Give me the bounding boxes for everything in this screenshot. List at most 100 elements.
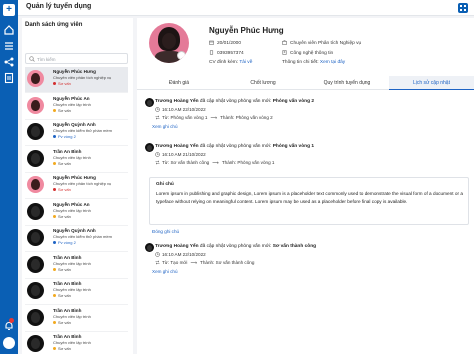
tab-salary[interactable]: Chốt lương [221,76,305,90]
from-value: Tạo mới [170,260,188,265]
candidate-role: Chuyên viên phân tích nghiệp vụ [53,181,112,186]
position-info: Chuyên viên Phân tích Nghiệp vụ [282,40,361,46]
clock-icon [155,107,160,113]
tab-update-history[interactable]: Lịch sử cập nhật [389,76,474,90]
candidate-item[interactable]: Nguyễn Phúc Hưng Chuyên viên phân tích ng… [25,67,128,93]
app-title: Quản lý tuyển dụng [26,3,92,10]
status-label: Sơ vấn [58,213,71,219]
candidate-role: Chuyên viên kiểm thử phần mềm [53,128,112,133]
candidate-item[interactable]: Nguyễn Quỳnh Anh Chuyên viên kiểm thử phầ… [25,120,128,146]
to-label: Thành: [200,260,215,265]
history-action: đã cập nhật vòng phỏng vấn mới: [199,144,272,149]
search-input[interactable] [37,55,125,63]
phone-info: 0393957374 [209,50,244,56]
status-label: Sơ vấn [58,319,71,325]
document-icon[interactable] [3,72,15,84]
note-title: Ghi chú [156,182,174,187]
contact-detail-link[interactable]: Xem tại đây [320,60,345,65]
status-dot-icon [53,267,56,271]
history-entry: Trương Hoàng Yến đã cập nhật vòng phỏng … [145,143,470,173]
tab-recruitment-process[interactable]: Quy trình tuyển dụng [305,76,389,90]
contact-label: Thông tin chi tiết: [282,60,319,65]
candidate-item[interactable]: Trần An Bình Chuyên viên lập trình Sơ vấn [25,253,128,279]
add-icon[interactable]: + [3,4,15,16]
candidate-item[interactable]: Nguyễn Phúc An Chuyên viên lập trình Sơ vấ… [25,200,128,226]
candidate-name: Nguyễn Phúc Hưng [209,26,284,35]
clock-icon [155,252,160,258]
building-icon [282,50,287,55]
actor-name: Trương Hoàng Yến [155,244,199,249]
view-note-link[interactable]: Xem ghi chú [152,269,178,274]
cv-download-link[interactable]: Tải về [239,60,252,65]
actor-name: Trương Hoàng Yến [155,99,199,104]
candidate-avatar [27,335,44,352]
status-dot-icon [53,135,56,139]
candidate-role: Chuyên viên lập trình [53,313,91,319]
dob-info: 20/01/2000 [209,40,241,46]
to-value: Sơ vấn thành công [215,260,255,265]
candidate-item[interactable]: Trần An Bình Chuyên viên lập trình Sơ vấn [25,147,128,173]
home-icon[interactable] [3,24,15,36]
status-label: Sơ vấn [58,266,71,272]
from-label: Từ: [162,260,170,265]
calendar-icon [209,40,214,45]
candidate-item[interactable]: Nguyễn Phúc Hưng Chuyên viên phân tích ng… [25,173,128,199]
to-label: Thành: [220,115,235,120]
candidate-name: Nguyễn Phúc Hưng [53,69,96,74]
from-label: Từ: [162,160,170,165]
share-icon[interactable] [3,56,15,68]
candidate-role: Chuyên viên lập trình [53,101,91,107]
history-action: đã cập nhật vòng phỏng vấn mới: [199,99,272,104]
user-avatar[interactable] [3,337,15,349]
candidate-item[interactable]: Nguyễn Phúc An Chuyên viên lập trình Sơ vấ… [25,94,128,120]
apps-grid-icon[interactable] [458,3,468,13]
status-label: Sơ vấn [58,187,71,192]
transfer-icon [155,160,160,165]
actor-avatar [145,243,154,252]
history-time: 16:10 AM 22/10/2022 [155,252,206,258]
camera-icon[interactable] [177,51,186,60]
candidate-name: Nguyễn Phúc Hưng [53,175,96,180]
status-dot-icon [53,294,56,298]
dob-value: 20/01/2000 [217,40,242,46]
detail-tabs: Đánh giá Chốt lương Quy trình tuyển dụng… [137,76,474,90]
cv-info: CV đính kèm: Tải về [209,60,252,65]
candidate-list-panel: Danh sách ứng viên Nguyễn Phúc HưngChuyê… [22,18,133,354]
view-note-link[interactable]: Xem ghi chú [152,124,178,129]
history-time: 16:10 AM 22/10/2022 [155,107,206,113]
candidate-role: Chuyên viên lập trình [53,207,91,213]
status-label: Pv vòng 2 [58,240,76,245]
status-label: Pv vòng 2 [58,134,76,139]
candidate-name: Trần An Bình [53,334,82,339]
candidate-avatar [27,70,44,87]
status-dot-icon [53,108,56,112]
history-time-value: 16:10 AM 21/10/2022 [162,152,206,157]
candidate-status: Sơ vấn [53,293,71,298]
candidate-status: Sơ vấn [53,320,71,325]
status-dot-icon [53,188,56,192]
candidate-status: Sơ vấn [53,161,71,166]
candidate-avatar [27,308,44,326]
status-label: Sơ vấn [58,81,71,86]
candidate-status: Sơ vấn [53,187,71,192]
close-note-link[interactable]: Đóng ghi chú [152,229,179,234]
history-time: 16:10 AM 21/10/2022 [155,152,206,158]
department-info: Công nghệ thông tin [282,50,333,56]
candidate-item[interactable]: Trần An Bình Chuyên viên lập trình Sơ vấn [25,332,128,354]
history-headline: Trương Hoàng Yến đã cập nhật vòng phỏng … [155,99,314,104]
note-box: Ghi chú Lorem ipsum in publishing and gr… [149,177,469,225]
candidate-status: Sơ vấn [53,108,71,113]
tab-evaluation[interactable]: Đánh giá [137,76,221,90]
candidate-item[interactable]: Nguyễn Quỳnh Anh Chuyên viên kiểm thử phầ… [25,226,128,252]
from-value: Phỏng vấn vòng 1 [170,115,208,120]
history-entry-footer: Đóng ghi chú [145,229,470,239]
arrow-right-icon: ⟶ [212,160,219,165]
candidate-item[interactable]: Trần An Bình Chuyên viên lập trình Sơ vấn [25,279,128,305]
list-icon[interactable] [3,40,15,52]
search-box[interactable] [25,53,128,64]
candidate-avatar [27,229,44,246]
candidate-avatar [27,123,44,140]
candidate-item[interactable]: Trần An Bình Chuyên viên lập trình Sơ vấn [25,306,128,332]
history-target: Phỏng vấn vòng 2 [272,99,314,104]
candidate-status: Sơ vấn [53,81,71,86]
